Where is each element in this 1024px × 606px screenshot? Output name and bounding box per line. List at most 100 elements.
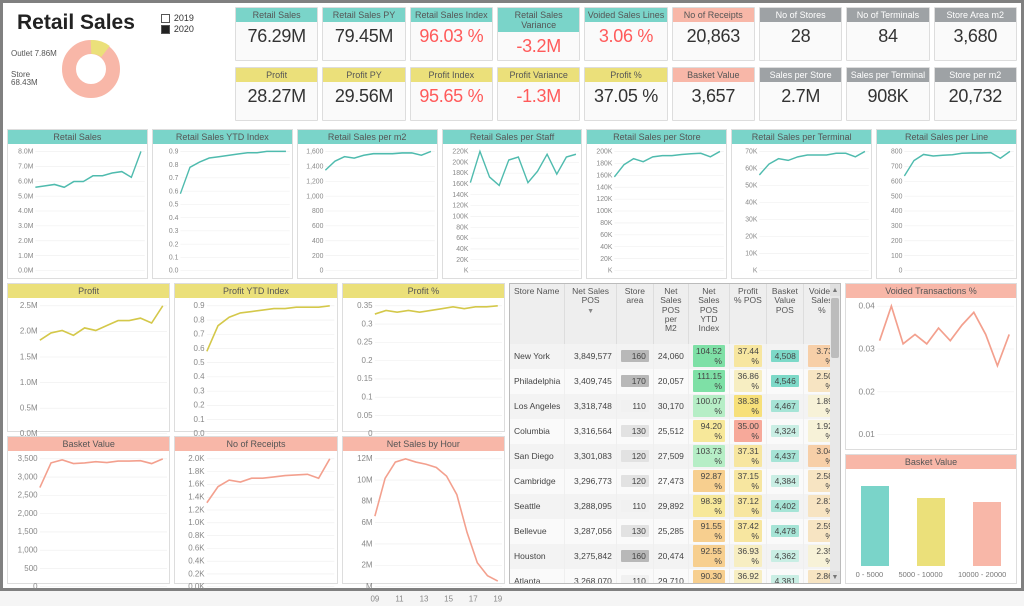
table-row[interactable]: Seattle3,288,09511029,89298.39 %37.12 %4… (510, 494, 830, 519)
chart-card[interactable]: Profit % 0.350.30.250.20.150.10.050 (342, 283, 505, 432)
chart-card[interactable]: Retail Sales per Store 200K180K160K140K1… (586, 129, 727, 279)
table-row[interactable]: San Diego3,301,08312027,509103.73 %37.31… (510, 444, 830, 469)
bar-label: 0 - 5000 (856, 570, 884, 579)
table-row[interactable]: Houston3,275,84216020,47492.55 %36.93 %4… (510, 544, 830, 569)
table-row[interactable]: New York3,849,57716024,060104.52 %37.44 … (510, 344, 830, 369)
col-header[interactable]: Basket Value POS (766, 284, 803, 344)
kpi-card[interactable]: Sales per Store 2.7M (759, 67, 842, 121)
chart-card[interactable]: Profit YTD Index 0.90.80.70.60.50.40.30.… (174, 283, 337, 432)
kpi-value: 95.65 % (419, 86, 483, 107)
chart-svg: 1,6001,4001,2001,0008006004002000 (298, 146, 435, 276)
svg-text:7.0M: 7.0M (18, 161, 33, 170)
chart-card[interactable]: No of Receipts 2.0K1.8K1.6K1.4K1.2K1.0K0… (174, 436, 337, 585)
store-table[interactable]: Store NameNet Sales POS▼Store areaNet Sa… (509, 283, 841, 584)
kpi-value: 79.45M (335, 26, 393, 47)
chart-card[interactable]: Basket Value 3,5003,0002,5002,0001,5001,… (7, 436, 170, 585)
chart-card[interactable]: Retail Sales 8.0M7.0M6.0M5.0M4.0M3.0M2.0… (7, 129, 148, 279)
table-header-row[interactable]: Store NameNet Sales POS▼Store areaNet Sa… (510, 284, 830, 344)
chart-card[interactable]: Retail Sales per Staff 220K200K180K160K1… (442, 129, 583, 279)
cell: 3.73 % (803, 344, 830, 369)
cell: 1.89 % (803, 394, 830, 419)
chart-card[interactable]: Retail Sales per Line 800700600500400300… (876, 129, 1017, 279)
table: Store NameNet Sales POS▼Store areaNet Sa… (510, 284, 830, 583)
kpi-value: 29.56M (335, 86, 393, 107)
col-header[interactable]: Net Sales POS YTD Index (688, 284, 729, 344)
kpi-card[interactable]: Store per m2 20,732 (934, 67, 1017, 121)
donut-chart[interactable]: Outlet 7.86M Store68.43M (11, 37, 231, 101)
kpi-card[interactable]: Profit % 37.05 % (584, 67, 667, 121)
kpi-card[interactable]: Store Area m2 3,680 (934, 7, 1017, 61)
kpi-card[interactable]: Retail Sales PY 79.45M (322, 7, 405, 61)
bar[interactable] (973, 502, 1001, 566)
legend-2020[interactable]: 2020 (161, 24, 194, 34)
scrollbar[interactable]: ▲ ▼ (830, 284, 840, 583)
charts-mid-left: Profit 2.5M2.0M1.5M1.0M0.5M0.0M Profit Y… (7, 283, 505, 432)
svg-text:2,000: 2,000 (18, 508, 38, 517)
table-row[interactable]: Cambridge3,296,77312027,47392.87 %37.15 … (510, 469, 830, 494)
col-header[interactable]: Store area (616, 284, 653, 344)
table-row[interactable]: Atlanta3,268,07011029,71090.30 %36.92 %4… (510, 569, 830, 583)
scrollbar-thumb[interactable] (831, 298, 839, 358)
kpi-card[interactable]: Voided Sales Lines 3.06 % (584, 7, 667, 61)
bar[interactable] (917, 498, 945, 566)
table-row[interactable]: Bellevue3,287,05613025,28591.55 %37.42 %… (510, 519, 830, 544)
year-legend[interactable]: 2019 2020 (161, 13, 194, 34)
voided-chart[interactable]: Voided Transactions %0.040.030.020.01 (845, 283, 1017, 450)
col-header[interactable]: Voided Sales % (803, 284, 830, 344)
chart-card[interactable]: Net Sales by Hour 12M10M8M6M4M2MM0911131… (342, 436, 505, 585)
bar[interactable] (861, 486, 889, 566)
col-header[interactable]: Store Name (510, 284, 565, 344)
kpi-row-2: Profit 28.27M Profit PY 29.56M Profit In… (235, 67, 1017, 121)
scroll-up-icon[interactable]: ▲ (830, 284, 840, 296)
bar-labels: 0 - 50005000 - 1000010000 - 20000 (846, 568, 1016, 583)
svg-text:20K: 20K (456, 255, 468, 264)
kpi-card[interactable]: No of Stores 28 (759, 7, 842, 61)
svg-text:1.5M: 1.5M (20, 352, 38, 361)
cell: 36.93 % (729, 544, 766, 569)
cell: 4,546 (766, 369, 803, 394)
kpi-card[interactable]: Profit Index 95.65 % (410, 67, 493, 121)
bar-label: 5000 - 10000 (898, 570, 942, 579)
table-row[interactable]: Philadelphia3,409,74517020,057111.15 %36… (510, 369, 830, 394)
svg-text:180K: 180K (452, 168, 468, 177)
kpi-card[interactable]: Retail Sales Index 96.03 % (410, 7, 493, 61)
table-row[interactable]: Los Angeles3,318,74811030,170100.07 %38.… (510, 394, 830, 419)
cell: 2.35 % (803, 544, 830, 569)
scroll-down-icon[interactable]: ▼ (830, 571, 840, 583)
chart-card[interactable]: Retail Sales YTD Index 0.90.80.70.60.50.… (152, 129, 293, 279)
basket-bars-card[interactable]: Basket Value 0 - 50005000 - 1000010000 -… (845, 454, 1017, 584)
cell: 160 (616, 544, 653, 569)
sort-desc-icon: ▼ (587, 308, 594, 315)
col-header[interactable]: Profit % POS (729, 284, 766, 344)
charts-bot-left: Basket Value 3,5003,0002,5002,0001,5001,… (7, 436, 505, 585)
col-header[interactable]: Net Sales POS▼ (565, 284, 617, 344)
svg-text:12M: 12M (357, 454, 373, 463)
kpi-card[interactable]: Profit Variance -1.3M (497, 67, 580, 121)
kpi-card[interactable]: Sales per Terminal 908K (846, 67, 929, 121)
svg-text:30K: 30K (746, 214, 758, 223)
kpi-card[interactable]: No of Terminals 84 (846, 7, 929, 61)
legend-2019[interactable]: 2019 (161, 13, 194, 23)
kpi-card[interactable]: Retail Sales Variance -3.2M (497, 7, 580, 61)
svg-text:1.6K: 1.6K (189, 479, 206, 488)
col-header[interactable]: Net Sales POS per M2 (653, 284, 688, 344)
chart-title: Retail Sales per Staff (443, 130, 582, 144)
table-row[interactable]: Columbia3,316,56413025,51294.20 %35.00 %… (510, 419, 830, 444)
kpi-card[interactable]: Profit 28.27M (235, 67, 318, 121)
svg-text:100: 100 (891, 251, 902, 260)
chart-card[interactable]: Retail Sales per Terminal 70K60K50K40K30… (731, 129, 872, 279)
bars-body (846, 469, 1016, 568)
cell: 110 (616, 494, 653, 519)
kpi-card[interactable]: Basket Value 3,657 (672, 67, 755, 121)
cell: 3,301,083 (565, 444, 617, 469)
chart-card[interactable]: Retail Sales per m2 1,6001,4001,2001,000… (297, 129, 438, 279)
kpi-card[interactable]: Retail Sales 76.29M (235, 7, 318, 61)
kpi-head: Store per m2 (935, 68, 1016, 82)
kpi-card[interactable]: No of Receipts 20,863 (672, 7, 755, 61)
svg-text:0.3: 0.3 (169, 226, 179, 235)
kpi-value: 20,863 (687, 26, 740, 47)
chart-card[interactable]: Profit 2.5M2.0M1.5M1.0M0.5M0.0M (7, 283, 170, 432)
table-body[interactable]: New York3,849,57716024,060104.52 %37.44 … (510, 344, 830, 583)
kpi-card[interactable]: Profit PY 29.56M (322, 67, 405, 121)
chart-title: Profit YTD Index (175, 284, 336, 298)
